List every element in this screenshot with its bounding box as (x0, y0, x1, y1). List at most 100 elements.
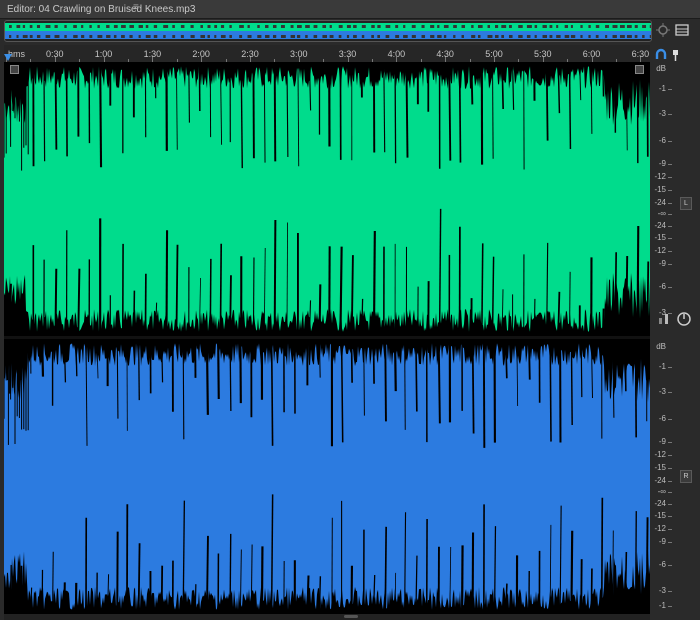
overview-mark (313, 35, 318, 38)
overview-mark (518, 35, 523, 38)
time-ruler[interactable]: hms 0:30 1:00 1:30 2:00 2:30 3:00 3:30 4:00 4:30… (4, 45, 650, 62)
db-label: -6 (658, 282, 666, 292)
overview-mark (508, 25, 512, 28)
overview-mark (16, 35, 19, 38)
overview-mark (377, 35, 381, 38)
overview-mark (649, 25, 651, 28)
playhead-marker[interactable] (4, 54, 12, 61)
overview-mark (121, 35, 125, 38)
waveform-transient (350, 339, 353, 383)
waveform-transient (161, 339, 164, 383)
overview-mark (9, 35, 12, 38)
overview-mark (113, 25, 118, 28)
waveform-area[interactable] (4, 62, 650, 614)
overview-mark (430, 25, 435, 28)
left-channel-waveform (4, 62, 650, 336)
overview-mark (411, 25, 416, 28)
fade-out-handle[interactable] (635, 65, 644, 74)
overview-mark (361, 25, 366, 28)
overview-mark (395, 35, 400, 38)
db-tick (668, 606, 672, 607)
waveform-transient (601, 308, 605, 336)
overview-mark (81, 35, 85, 38)
right-channel[interactable] (4, 339, 650, 614)
overview-mark (649, 35, 651, 38)
db-label: -24 (654, 220, 666, 230)
editor-title: Editor: 04 Crawling on Bruised Knees.mp3 (7, 4, 196, 15)
overview-mark (580, 35, 583, 38)
waveform-transient (9, 283, 12, 336)
overview-mark (526, 25, 532, 28)
waveform-transient (339, 246, 343, 336)
db-tick (668, 467, 672, 469)
waveform-transient (415, 339, 418, 412)
overview-mark (239, 35, 243, 38)
waveform-transient (229, 275, 232, 336)
waveform-transient (137, 339, 140, 401)
overview-mark (272, 35, 277, 38)
fade-in-handle[interactable] (10, 65, 19, 74)
overview-mark (377, 25, 381, 28)
overview-mark (297, 25, 302, 28)
waveform-transient (41, 339, 45, 377)
waveform-transient (384, 526, 387, 614)
waveform-transient (363, 339, 365, 416)
horizontal-scrollbar[interactable] (4, 614, 650, 620)
right-channel-button[interactable]: R (680, 470, 692, 483)
db-label: -3 (658, 109, 666, 119)
overview-mark (453, 35, 456, 38)
overview-mark (290, 35, 295, 38)
gain-slider-icon[interactable] (657, 312, 671, 326)
overview-mark (385, 25, 391, 28)
waveform-transient (219, 243, 223, 336)
overview-mark (89, 25, 92, 28)
snap-magnet-icon[interactable] (654, 48, 668, 62)
waveform-transient (590, 568, 593, 614)
waveform-transient (99, 62, 103, 168)
db-label: -6 (658, 560, 666, 570)
hamburger-menu-icon[interactable]: ≡ (133, 3, 142, 13)
db-tick (668, 251, 672, 253)
overview-mark (280, 35, 286, 38)
overview-mark (588, 35, 591, 38)
db-tick (668, 492, 672, 494)
db-tick (668, 164, 672, 166)
db-label: -12 (654, 171, 666, 181)
overview-mark (443, 35, 447, 38)
waveform-transient (600, 497, 604, 614)
left-channel[interactable] (4, 62, 650, 336)
overview-mark (145, 25, 149, 28)
overview-mark (371, 35, 374, 38)
db-label: -15 (654, 184, 666, 194)
overview-mark (642, 35, 645, 38)
db-tick (668, 529, 672, 531)
overview-mark (595, 25, 600, 28)
overview-mark (265, 35, 270, 38)
waveform-transient (569, 271, 571, 336)
db-label: -1 (658, 83, 666, 93)
overview-mark (45, 35, 51, 38)
overview-mark (353, 25, 357, 28)
db-label: -6 (658, 414, 666, 424)
panel-menu-icon[interactable] (674, 22, 690, 38)
overview-mark (338, 35, 342, 38)
left-channel-button[interactable]: L (680, 197, 692, 210)
overview-mark (214, 35, 217, 38)
waveform-transient (194, 584, 197, 614)
volume-knob-icon[interactable] (676, 311, 692, 327)
db-tick (668, 202, 672, 204)
waveform-overview[interactable] (4, 20, 652, 42)
overview-mark (138, 25, 143, 28)
scrollbar-thumb[interactable] (344, 615, 358, 618)
overview-mark (542, 25, 547, 28)
overview-mark (595, 35, 599, 38)
db-label: -1 (658, 601, 666, 610)
db-tick (668, 442, 672, 444)
db-tick (668, 503, 672, 505)
marker-pin-icon[interactable] (669, 48, 683, 62)
zoom-icon[interactable] (655, 22, 671, 38)
overview-mark (421, 35, 426, 38)
overview-mark (214, 25, 218, 28)
waveform-transient (570, 530, 574, 614)
db-tick (668, 419, 672, 421)
